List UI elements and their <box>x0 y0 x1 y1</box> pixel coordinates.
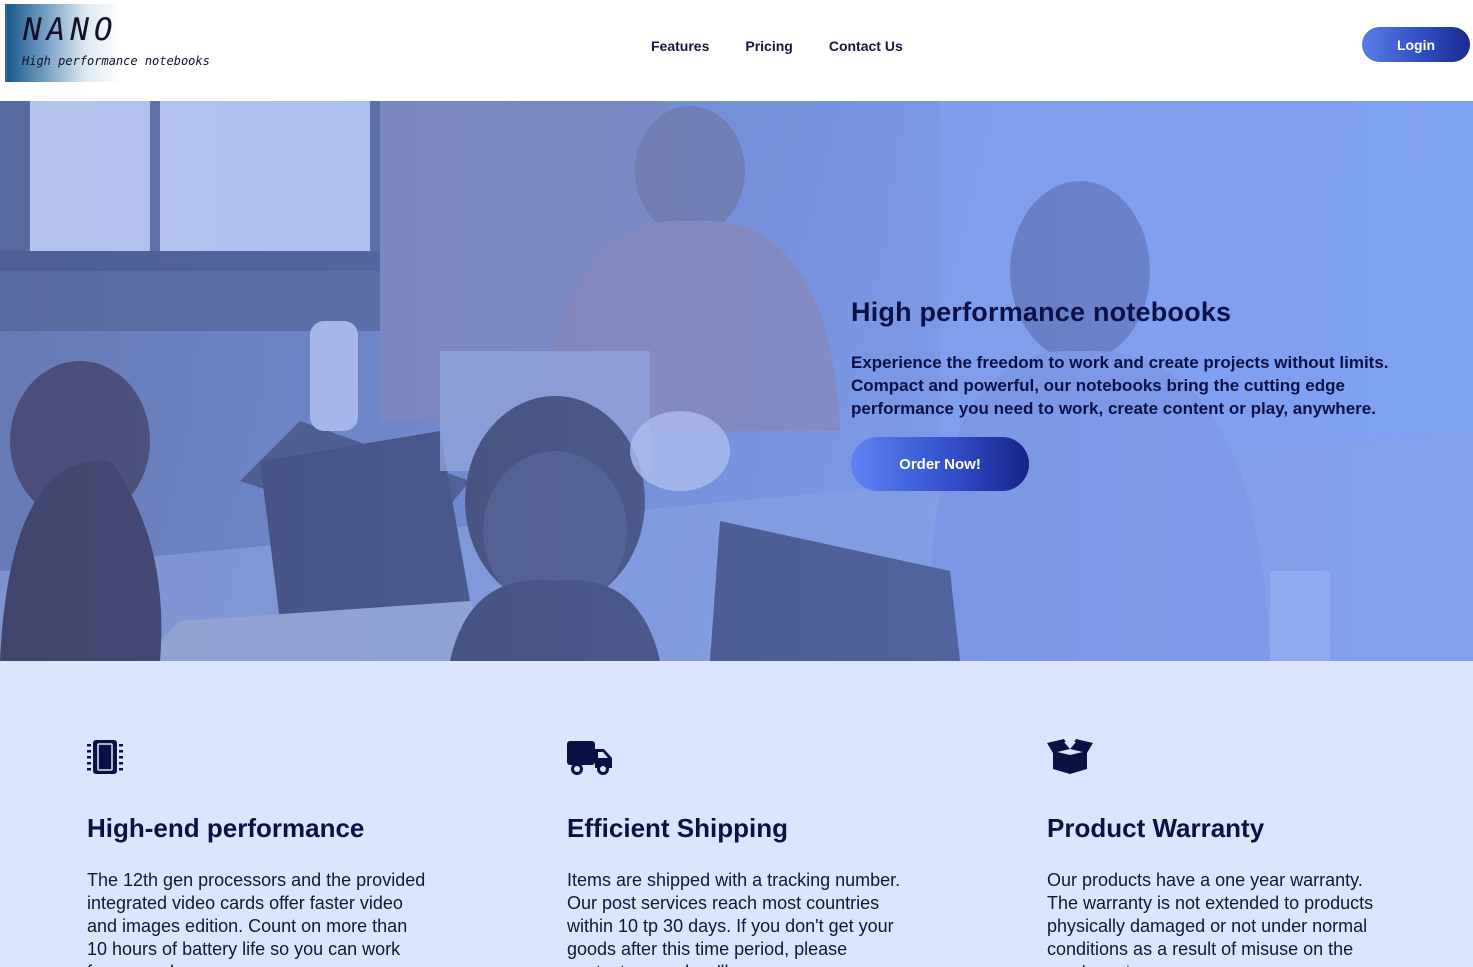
feature-description: Our products have a one year warranty. T… <box>1047 870 1374 967</box>
logo-subtitle: High performance notebooks <box>22 54 210 68</box>
feature-warranty: Product Warranty Our products have a one… <box>1047 739 1387 967</box>
feature-title: Efficient Shipping <box>567 813 788 843</box>
hero-description: Experience the freedom to work and creat… <box>851 353 1389 418</box>
site-header: NANO High performance notebooks Features… <box>0 0 1473 101</box>
nav-pricing-link[interactable]: Pricing <box>745 38 792 54</box>
main-nav: Features Pricing Contact Us <box>651 38 939 54</box>
order-now-button[interactable]: Order Now! <box>851 437 1029 491</box>
truck-icon <box>567 739 907 779</box>
feature-description: Items are shipped with a tracking number… <box>567 870 901 967</box>
feature-shipping: Efficient Shipping Items are shipped wit… <box>567 739 907 967</box>
box-icon <box>1047 739 1387 779</box>
feature-title: Product Warranty <box>1047 813 1265 843</box>
features-section: High-end performance The 12th gen proces… <box>0 661 1473 967</box>
nano-logo[interactable]: NANO High performance notebooks <box>5 4 210 82</box>
hero-section: High performance notebooks Experience th… <box>0 101 1473 661</box>
hero-title: High performance notebooks <box>851 297 1232 327</box>
logo-title: NANO <box>23 12 118 48</box>
feature-performance: High-end performance The 12th gen proces… <box>87 739 427 967</box>
login-button[interactable]: Login <box>1362 27 1470 62</box>
hero-content: High performance notebooks Experience th… <box>851 297 1431 491</box>
nav-contact-link[interactable]: Contact Us <box>829 38 903 54</box>
chip-icon <box>87 739 427 779</box>
feature-description: The 12th gen processors and the provided… <box>87 870 426 967</box>
nav-features-link[interactable]: Features <box>651 38 709 54</box>
feature-title: High-end performance <box>87 813 365 843</box>
